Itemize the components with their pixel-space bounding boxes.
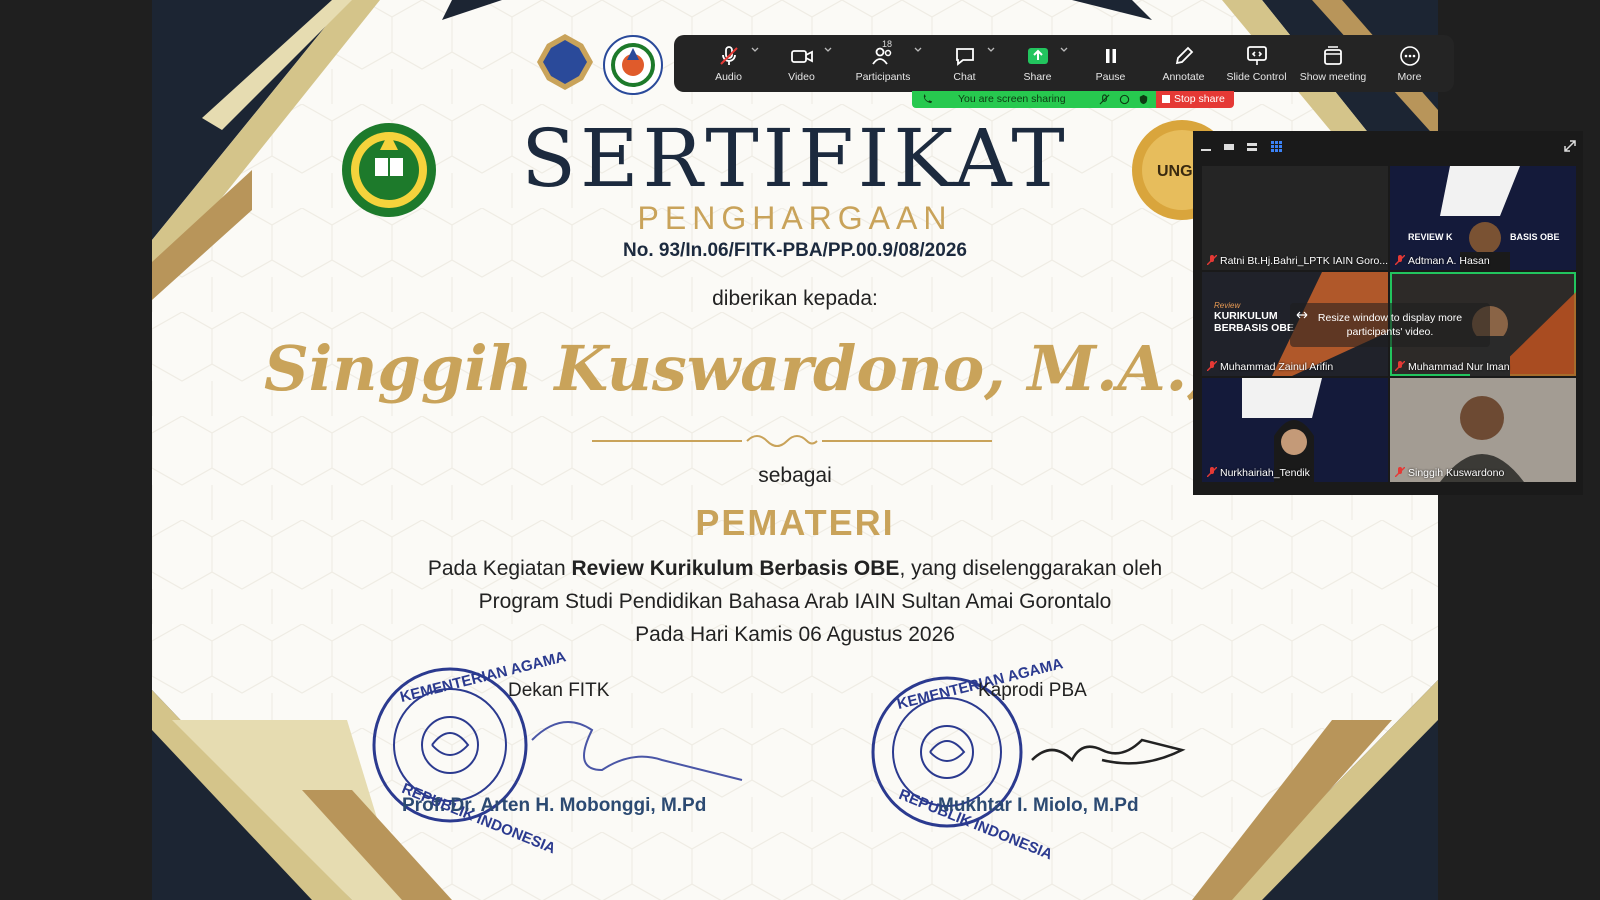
show-meeting-label: Show meeting <box>1299 71 1367 83</box>
share-label: Share <box>1023 71 1052 83</box>
chat-label: Chat <box>953 71 976 83</box>
chevron-down-icon[interactable] <box>1060 47 1068 53</box>
sharing-status-text: You are screen sharing <box>958 93 1066 105</box>
screen-sharing-bar: You are screen sharing Stop share <box>912 91 1234 108</box>
activity-prefix: Pada Kegiatan <box>427 557 572 580</box>
participant-tile[interactable]: Singgih Kuswardono <box>1390 378 1576 482</box>
sharing-status[interactable]: You are screen sharing <box>912 91 1156 108</box>
more-label: More <box>1397 71 1422 83</box>
resize-tooltip-text: Resize window to display more participan… <box>1317 312 1463 338</box>
partner-logo <box>603 35 663 95</box>
activity-name: Review Kurikulum Berbasis OBE <box>571 557 900 580</box>
participants-label: Participants <box>855 71 911 83</box>
signer-right-title: Kaprodi PBA <box>978 680 1087 701</box>
chevron-down-icon[interactable] <box>914 47 922 53</box>
pause-icon <box>1105 49 1116 63</box>
stop-share-button[interactable]: Stop share <box>1156 91 1234 108</box>
mic-muted-icon <box>1395 361 1405 371</box>
shield-icon[interactable] <box>1138 94 1149 105</box>
signer-right-name: Mukhtar I. Miolo, M.Pd <box>938 795 1139 816</box>
chevron-down-icon[interactable] <box>987 47 995 53</box>
gallery-view-icon[interactable] <box>1270 140 1283 153</box>
pause-label: Pause <box>1095 71 1126 83</box>
share-icon <box>1027 48 1048 64</box>
annotate-label: Annotate <box>1162 71 1205 83</box>
signer-left-title: Dekan FITK <box>508 680 610 701</box>
more-icon <box>1399 46 1420 66</box>
organizer-line: Program Studi Pendidikan Bahasa Arab IAI… <box>478 590 1112 613</box>
mic-muted-icon[interactable] <box>1099 94 1110 105</box>
participant-name: Ratni Bt.Hj.Bahri_LPTK IAIN Goro... <box>1220 255 1388 267</box>
stop-icon <box>1162 95 1170 103</box>
chat-icon <box>955 48 974 66</box>
resize-icon <box>1296 311 1308 319</box>
video-icon <box>790 50 813 63</box>
slide-control-label: Slide Control <box>1226 71 1287 83</box>
chat-button[interactable]: Chat <box>928 35 1001 92</box>
participant-name: Adtman A. Hasan <box>1408 255 1490 267</box>
slide-control-icon <box>1246 46 1267 65</box>
mic-muted-icon <box>1395 255 1405 265</box>
window-icon <box>1324 46 1342 65</box>
audio-button[interactable]: Audio <box>692 35 765 92</box>
expand-icon[interactable] <box>1563 139 1577 153</box>
participant-name: Singgih Kuswardono <box>1408 467 1505 479</box>
svg-text:REVIEW K: REVIEW K <box>1408 232 1453 242</box>
activity-line: Pada Kegiatan Review Kurikulum Berbasis … <box>152 557 1438 581</box>
audio-label: Audio <box>715 71 742 83</box>
chevron-down-icon[interactable] <box>751 47 759 53</box>
svg-text:Review: Review <box>1214 301 1241 310</box>
participant-name: Muhammad Nur Iman <box>1408 361 1510 373</box>
chevron-down-icon[interactable] <box>824 47 832 53</box>
mic-muted-icon <box>719 46 738 65</box>
role-title: PEMATERI <box>695 502 895 543</box>
slide-control-button[interactable]: Slide Control <box>1220 35 1293 92</box>
participant-name: Nurkhairiah_Tendik <box>1220 467 1310 479</box>
left-dark-margin <box>0 0 152 900</box>
mic-muted-icon <box>1395 467 1405 477</box>
mic-muted-icon <box>1207 361 1217 371</box>
participant-name: Muhammad Zainul Arifin <box>1220 361 1334 373</box>
annotate-button[interactable]: Annotate <box>1147 35 1220 92</box>
activity-suffix: , yang diselenggarakan oleh <box>899 557 1163 580</box>
participant-tile[interactable]: Nurkhairiah_Tendik <box>1202 378 1388 482</box>
participant-tile[interactable]: Ratni Bt.Hj.Bahri_LPTK IAIN Goro... <box>1202 166 1388 270</box>
signer-left-name: Prof. Dr. Arten H. Mobonggi, M.Pd <box>402 795 707 816</box>
video-off-icon[interactable] <box>1119 94 1130 105</box>
gallery-header <box>1193 131 1583 164</box>
stop-share-label: Stop share <box>1174 93 1225 105</box>
meeting-toolbar: Audio Video 18 Participants Chat Share P… <box>674 35 1454 92</box>
pencil-icon <box>1175 46 1193 65</box>
show-meeting-button[interactable]: Show meeting <box>1293 35 1373 92</box>
svg-text:BASIS OBE: BASIS OBE <box>1510 232 1560 242</box>
strip-view-icon[interactable] <box>1246 141 1258 153</box>
participants-count: 18 <box>882 39 893 49</box>
resize-tooltip: Resize window to display more participan… <box>1290 303 1490 347</box>
speaker-view-icon[interactable] <box>1223 141 1235 153</box>
participant-tile[interactable]: REVIEW K BASIS OBE Adtman A. Hasan <box>1390 166 1576 270</box>
pause-button[interactable]: Pause <box>1074 35 1147 92</box>
share-button[interactable]: Share <box>1001 35 1074 92</box>
video-label: Video <box>788 71 815 83</box>
date-line: Pada Hari Kamis 06 Agustus 2026 <box>635 623 955 646</box>
more-button[interactable]: More <box>1373 35 1446 92</box>
mic-muted-icon <box>1207 255 1217 265</box>
participants-button[interactable]: 18 Participants <box>838 35 928 92</box>
minimize-icon[interactable] <box>1200 141 1212 153</box>
phone-icon <box>923 94 933 104</box>
video-button[interactable]: Video <box>765 35 838 92</box>
mic-muted-icon <box>1207 467 1217 477</box>
